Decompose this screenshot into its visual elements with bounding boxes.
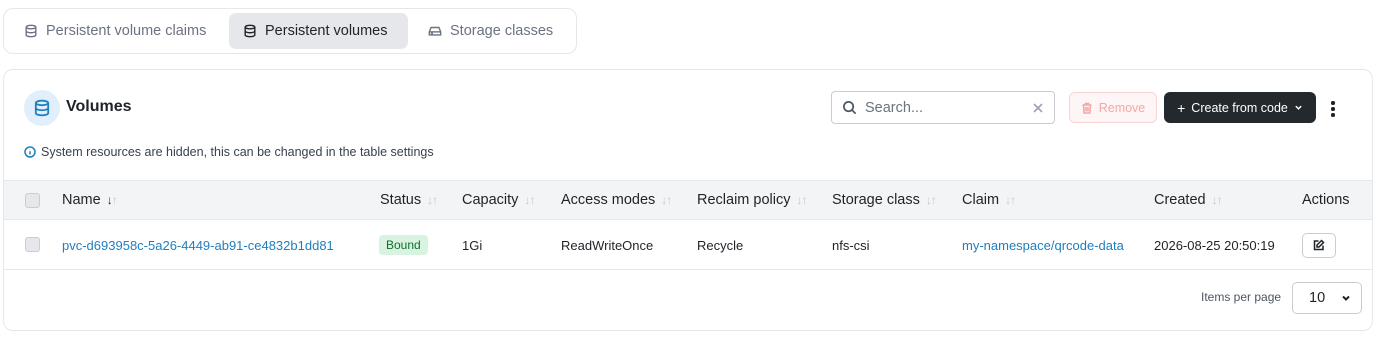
table-row[interactable]: pvc-d693958c-5a26-4449-ab91-ce4832b1dd81… bbox=[4, 220, 1372, 270]
sort-icon: ↓↑ bbox=[427, 193, 438, 207]
plus-icon: + bbox=[1177, 99, 1186, 116]
row-checkbox[interactable] bbox=[25, 237, 40, 252]
search-box bbox=[831, 91, 1055, 124]
database-icon bbox=[34, 99, 50, 117]
info-icon bbox=[24, 146, 36, 158]
sort-icon: ↓↑ bbox=[925, 193, 937, 207]
column-header-capacity[interactable]: Capacity ↓↑ bbox=[462, 181, 535, 219]
select-all-checkbox[interactable] bbox=[25, 193, 40, 208]
search-input[interactable] bbox=[865, 99, 1025, 116]
title-icon-badge bbox=[24, 90, 60, 126]
volume-name-link[interactable]: pvc-d693958c-5a26-4449-ab91-ce4832b1dd81 bbox=[62, 220, 334, 270]
edit-button[interactable] bbox=[1302, 232, 1336, 258]
tab-bar: Persistent volume claims Persistent volu… bbox=[3, 8, 577, 54]
tab-label: Persistent volume claims bbox=[46, 23, 207, 39]
table-header: Name ↓↑ Status ↓↑ Capacity ↓↑ Access modes ↓… bbox=[4, 180, 1372, 220]
create-label: Create from code bbox=[1191, 100, 1288, 115]
column-header-storage-class[interactable]: Storage class ↓↑ bbox=[832, 181, 937, 219]
column-header-status[interactable]: Status ↓↑ bbox=[380, 181, 438, 219]
sort-icon: ↓↑ bbox=[1211, 193, 1223, 207]
access-modes-cell: ReadWriteOnce bbox=[561, 237, 654, 253]
claim-link[interactable]: my-namespace/qrcode-data bbox=[962, 220, 1124, 270]
items-per-page-value: 10 bbox=[1309, 290, 1326, 306]
page-title: Volumes bbox=[66, 98, 132, 115]
capacity-cell: 1Gi bbox=[462, 237, 483, 253]
remove-label: Remove bbox=[1098, 100, 1146, 115]
column-header-access-modes[interactable]: Access modes ↓↑ bbox=[561, 181, 672, 219]
info-notice: System resources are hidden, this can be… bbox=[24, 145, 434, 159]
close-icon[interactable] bbox=[1032, 102, 1044, 114]
sort-icon: ↓↑ bbox=[1005, 193, 1016, 207]
more-options-icon[interactable] bbox=[1326, 97, 1340, 121]
create-from-code-button[interactable]: + Create from code bbox=[1164, 92, 1316, 123]
tab-persistent-volumes[interactable]: Persistent volumes bbox=[229, 13, 408, 49]
column-header-actions: Actions bbox=[1302, 192, 1350, 208]
column-header-reclaim-policy[interactable]: Reclaim policy ↓↑ bbox=[697, 181, 807, 219]
chevron-down-icon bbox=[1295, 105, 1302, 110]
reclaim-policy-cell: Recycle bbox=[697, 237, 744, 253]
notice-text: System resources are hidden, this can be… bbox=[41, 145, 434, 159]
database-icon bbox=[25, 24, 37, 38]
sort-icon: ↓↑ bbox=[524, 193, 535, 207]
items-per-page-select[interactable]: 10 bbox=[1292, 282, 1362, 314]
storage-class-cell: nfs-csi bbox=[832, 237, 870, 253]
column-header-claim[interactable]: Claim ↓↑ bbox=[962, 181, 1016, 219]
remove-button[interactable]: Remove bbox=[1069, 92, 1157, 123]
sort-icon: ↓↑ bbox=[796, 193, 807, 207]
tab-persistent-volume-claims[interactable]: Persistent volume claims bbox=[10, 13, 224, 49]
search-icon bbox=[843, 101, 857, 115]
database-icon bbox=[244, 24, 256, 38]
tab-label: Storage classes bbox=[450, 23, 554, 39]
tab-storage-classes[interactable]: Storage classes bbox=[414, 13, 574, 49]
sort-icon: ↓↑ bbox=[661, 193, 672, 207]
sort-icon: ↓↑ bbox=[106, 193, 118, 207]
column-header-name[interactable]: Name ↓↑ bbox=[62, 181, 118, 219]
volumes-card: Volumes Remove + Create from code System… bbox=[3, 69, 1373, 331]
chevron-down-icon bbox=[1342, 295, 1350, 301]
edit-icon bbox=[1313, 239, 1325, 251]
created-cell: 2026-08-25 20:50:19 bbox=[1154, 237, 1275, 253]
trash-icon bbox=[1082, 102, 1092, 114]
items-per-page-label: Items per page bbox=[1201, 290, 1282, 304]
column-header-created[interactable]: Created ↓↑ bbox=[1154, 181, 1223, 219]
tab-label: Persistent volumes bbox=[265, 23, 388, 39]
hard-drive-icon bbox=[428, 26, 442, 36]
status-badge: Bound bbox=[379, 235, 428, 255]
